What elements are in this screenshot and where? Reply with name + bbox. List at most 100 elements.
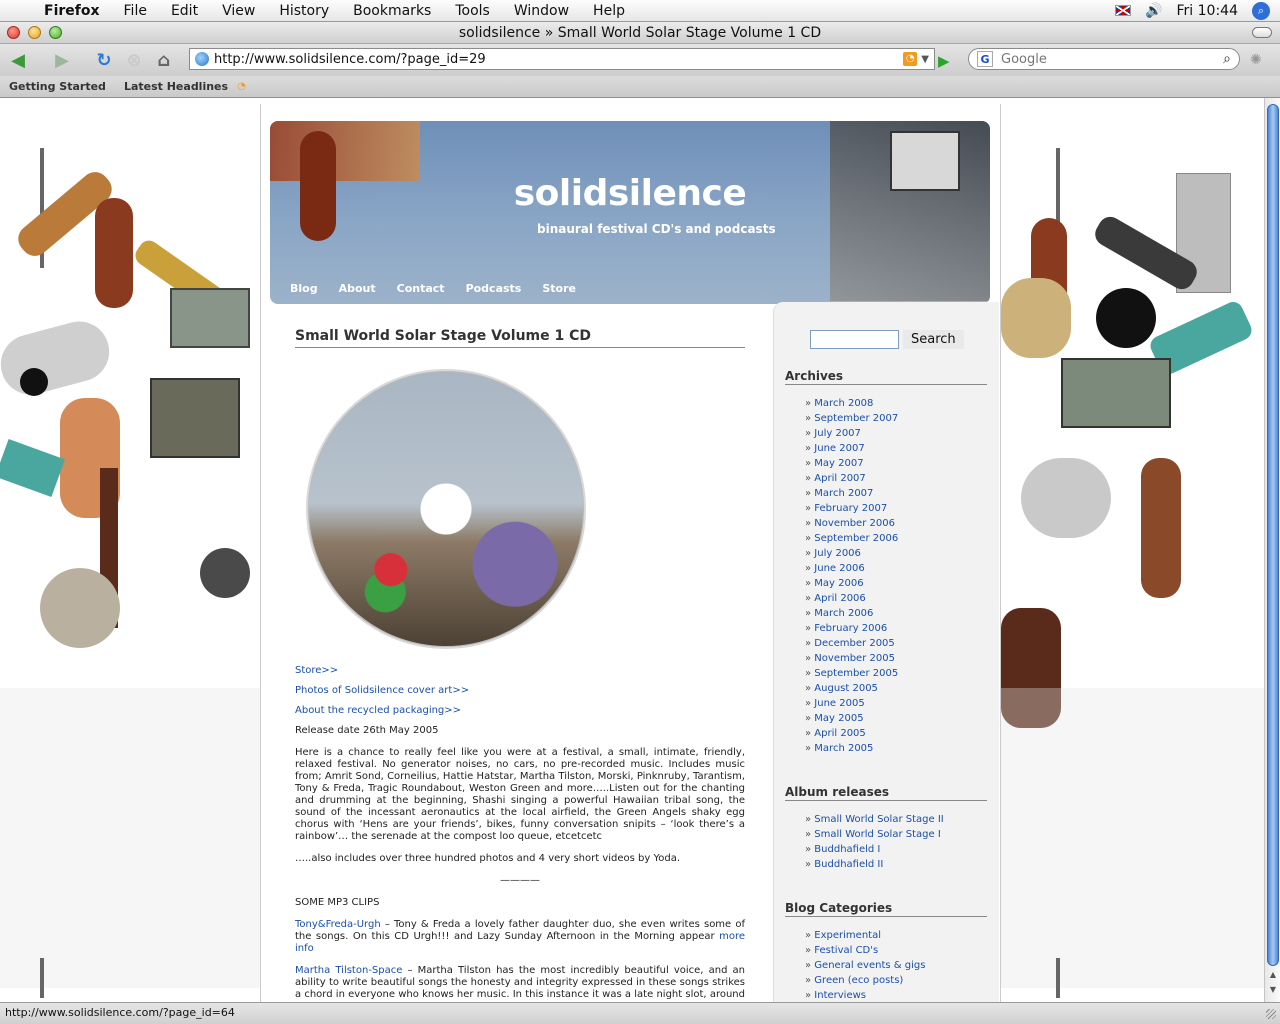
cover-art-photos-link[interactable]: Photos of Solidsilence cover art>> [295, 685, 745, 696]
album-link[interactable]: Small World Solar Stage II [805, 812, 987, 827]
category-link[interactable]: Experimental [805, 928, 987, 943]
archive-link[interactable]: November 2006 [805, 516, 987, 531]
search-button[interactable]: Search [903, 330, 964, 349]
archive-link[interactable]: June 2005 [805, 696, 987, 711]
menu-app[interactable]: Firefox [40, 3, 112, 19]
archive-link[interactable]: June 2006 [805, 561, 987, 576]
archive-link[interactable]: May 2006 [805, 576, 987, 591]
status-text: http://www.solidsilence.com/?page_id=64 [5, 1006, 235, 1019]
bookmark-getting-started[interactable]: Getting Started [0, 80, 115, 93]
google-icon[interactable]: G [977, 51, 993, 67]
menu-file[interactable]: File [112, 3, 159, 19]
resize-grip-icon[interactable] [1266, 1009, 1276, 1019]
archive-link[interactable]: July 2007 [805, 426, 987, 441]
menu-help[interactable]: Help [581, 3, 637, 19]
nav-about[interactable]: About [339, 282, 376, 295]
clip-link[interactable]: Tony&Freda-Urgh [295, 919, 381, 930]
site-title[interactable]: solidsilence [270, 173, 990, 214]
archive-link[interactable]: March 2006 [805, 606, 987, 621]
post-title: Small World Solar Stage Volume 1 CD [295, 328, 745, 348]
cd-artwork-image [306, 369, 586, 649]
stop-icon[interactable]: ⊗ [122, 48, 146, 72]
category-link[interactable]: Interviews [805, 988, 987, 1002]
toolbar-toggle-button[interactable] [1252, 27, 1272, 38]
clock[interactable]: Fri 10:44 [1177, 3, 1238, 19]
recycled-packaging-link[interactable]: About the recycled packaging>> [295, 705, 745, 716]
archive-link[interactable]: June 2007 [805, 441, 987, 456]
divider: ———— [500, 875, 540, 886]
back-icon[interactable]: ◀ [6, 48, 30, 72]
spotlight-icon[interactable]: ⌕ [1252, 1, 1270, 20]
archive-link[interactable]: April 2005 [805, 726, 987, 741]
archive-link[interactable]: September 2005 [805, 666, 987, 681]
page-container: solidsilence binaural festival CD's and … [260, 104, 1001, 1002]
url-bar[interactable]: ◔ ▼ [189, 48, 935, 70]
minimize-window-button[interactable] [28, 26, 41, 39]
clips-heading: SOME MP3 CLIPS [295, 897, 380, 908]
vertical-scrollbar[interactable]: ▲ ▼ [1264, 98, 1280, 1002]
archive-link[interactable]: May 2007 [805, 456, 987, 471]
archive-link[interactable]: December 2005 [805, 636, 987, 651]
volume-icon[interactable]: 🔊 [1145, 3, 1162, 19]
archive-link[interactable]: July 2006 [805, 546, 987, 561]
post-links: Store>> Photos of Solidsilence cover art… [295, 665, 745, 716]
archive-link[interactable]: May 2005 [805, 711, 987, 726]
menu-history[interactable]: History [267, 3, 341, 19]
album-link[interactable]: Buddhafield I [805, 842, 987, 857]
forward-icon[interactable]: ▶ [50, 48, 74, 72]
archives-widget: Archives March 2008September 2007July 20… [785, 369, 987, 756]
search-input[interactable] [1001, 51, 1224, 67]
album-link[interactable]: Buddhafield II [805, 857, 987, 872]
category-link[interactable]: Green (eco posts) [805, 973, 987, 988]
go-icon[interactable]: ▶ [938, 52, 950, 70]
search-bar[interactable]: G ⌕ [968, 48, 1240, 70]
menu-edit[interactable]: Edit [159, 3, 210, 19]
zoom-window-button[interactable] [49, 26, 62, 39]
menu-tools[interactable]: Tools [443, 3, 502, 19]
category-link[interactable]: Festival CD's [805, 943, 987, 958]
sidebar-search-input[interactable] [810, 330, 899, 349]
menu-window[interactable]: Window [502, 3, 581, 19]
archives-heading: Archives [785, 369, 987, 385]
nav-podcasts[interactable]: Podcasts [466, 282, 522, 295]
category-link[interactable]: General events & gigs [805, 958, 987, 973]
archive-link[interactable]: August 2005 [805, 681, 987, 696]
search-icon[interactable]: ⌕ [1223, 51, 1231, 67]
categories-heading: Blog Categories [785, 901, 987, 917]
archive-link[interactable]: September 2006 [805, 531, 987, 546]
nav-blog[interactable]: Blog [290, 282, 318, 295]
home-icon[interactable]: ⌂ [152, 48, 176, 72]
nav-contact[interactable]: Contact [397, 282, 445, 295]
rss-icon[interactable]: ◔ [903, 52, 918, 66]
clip-link[interactable]: Martha Tilston-Space [295, 965, 402, 976]
scrollbar-thumb[interactable] [1267, 104, 1279, 966]
archive-link[interactable]: April 2006 [805, 591, 987, 606]
nav-store[interactable]: Store [542, 282, 576, 295]
url-input[interactable] [214, 51, 904, 67]
url-dropdown-icon[interactable]: ▼ [921, 54, 929, 65]
release-date: Release date 26th May 2005 [295, 725, 439, 736]
reload-icon[interactable]: ↻ [92, 48, 116, 72]
store-link[interactable]: Store>> [295, 665, 745, 676]
bookmark-latest-headlines[interactable]: Latest Headlines [115, 80, 237, 93]
sidebar: Search Archives March 2008September 2007… [773, 302, 999, 1002]
close-window-button[interactable] [7, 26, 20, 39]
bookmarks-toolbar: Getting Started Latest Headlines ◔ [0, 76, 1280, 98]
archive-link[interactable]: February 2006 [805, 621, 987, 636]
archive-link[interactable]: March 2008 [805, 396, 987, 411]
scroll-down-icon[interactable]: ▼ [1268, 985, 1278, 995]
archive-link[interactable]: September 2007 [805, 411, 987, 426]
archive-link[interactable]: March 2007 [805, 486, 987, 501]
archive-link[interactable]: February 2007 [805, 501, 987, 516]
sidebar-search: Search [810, 330, 964, 349]
window-title: solidsilence » Small World Solar Stage V… [458, 25, 822, 41]
archive-link[interactable]: March 2005 [805, 741, 987, 756]
scroll-up-icon[interactable]: ▲ [1268, 970, 1278, 980]
archive-link[interactable]: April 2007 [805, 471, 987, 486]
flag-icon[interactable] [1115, 5, 1132, 16]
archive-link[interactable]: November 2005 [805, 651, 987, 666]
site-header: solidsilence binaural festival CD's and … [270, 121, 990, 304]
menu-bookmarks[interactable]: Bookmarks [341, 3, 443, 19]
album-link[interactable]: Small World Solar Stage I [805, 827, 987, 842]
menu-view[interactable]: View [210, 3, 267, 19]
